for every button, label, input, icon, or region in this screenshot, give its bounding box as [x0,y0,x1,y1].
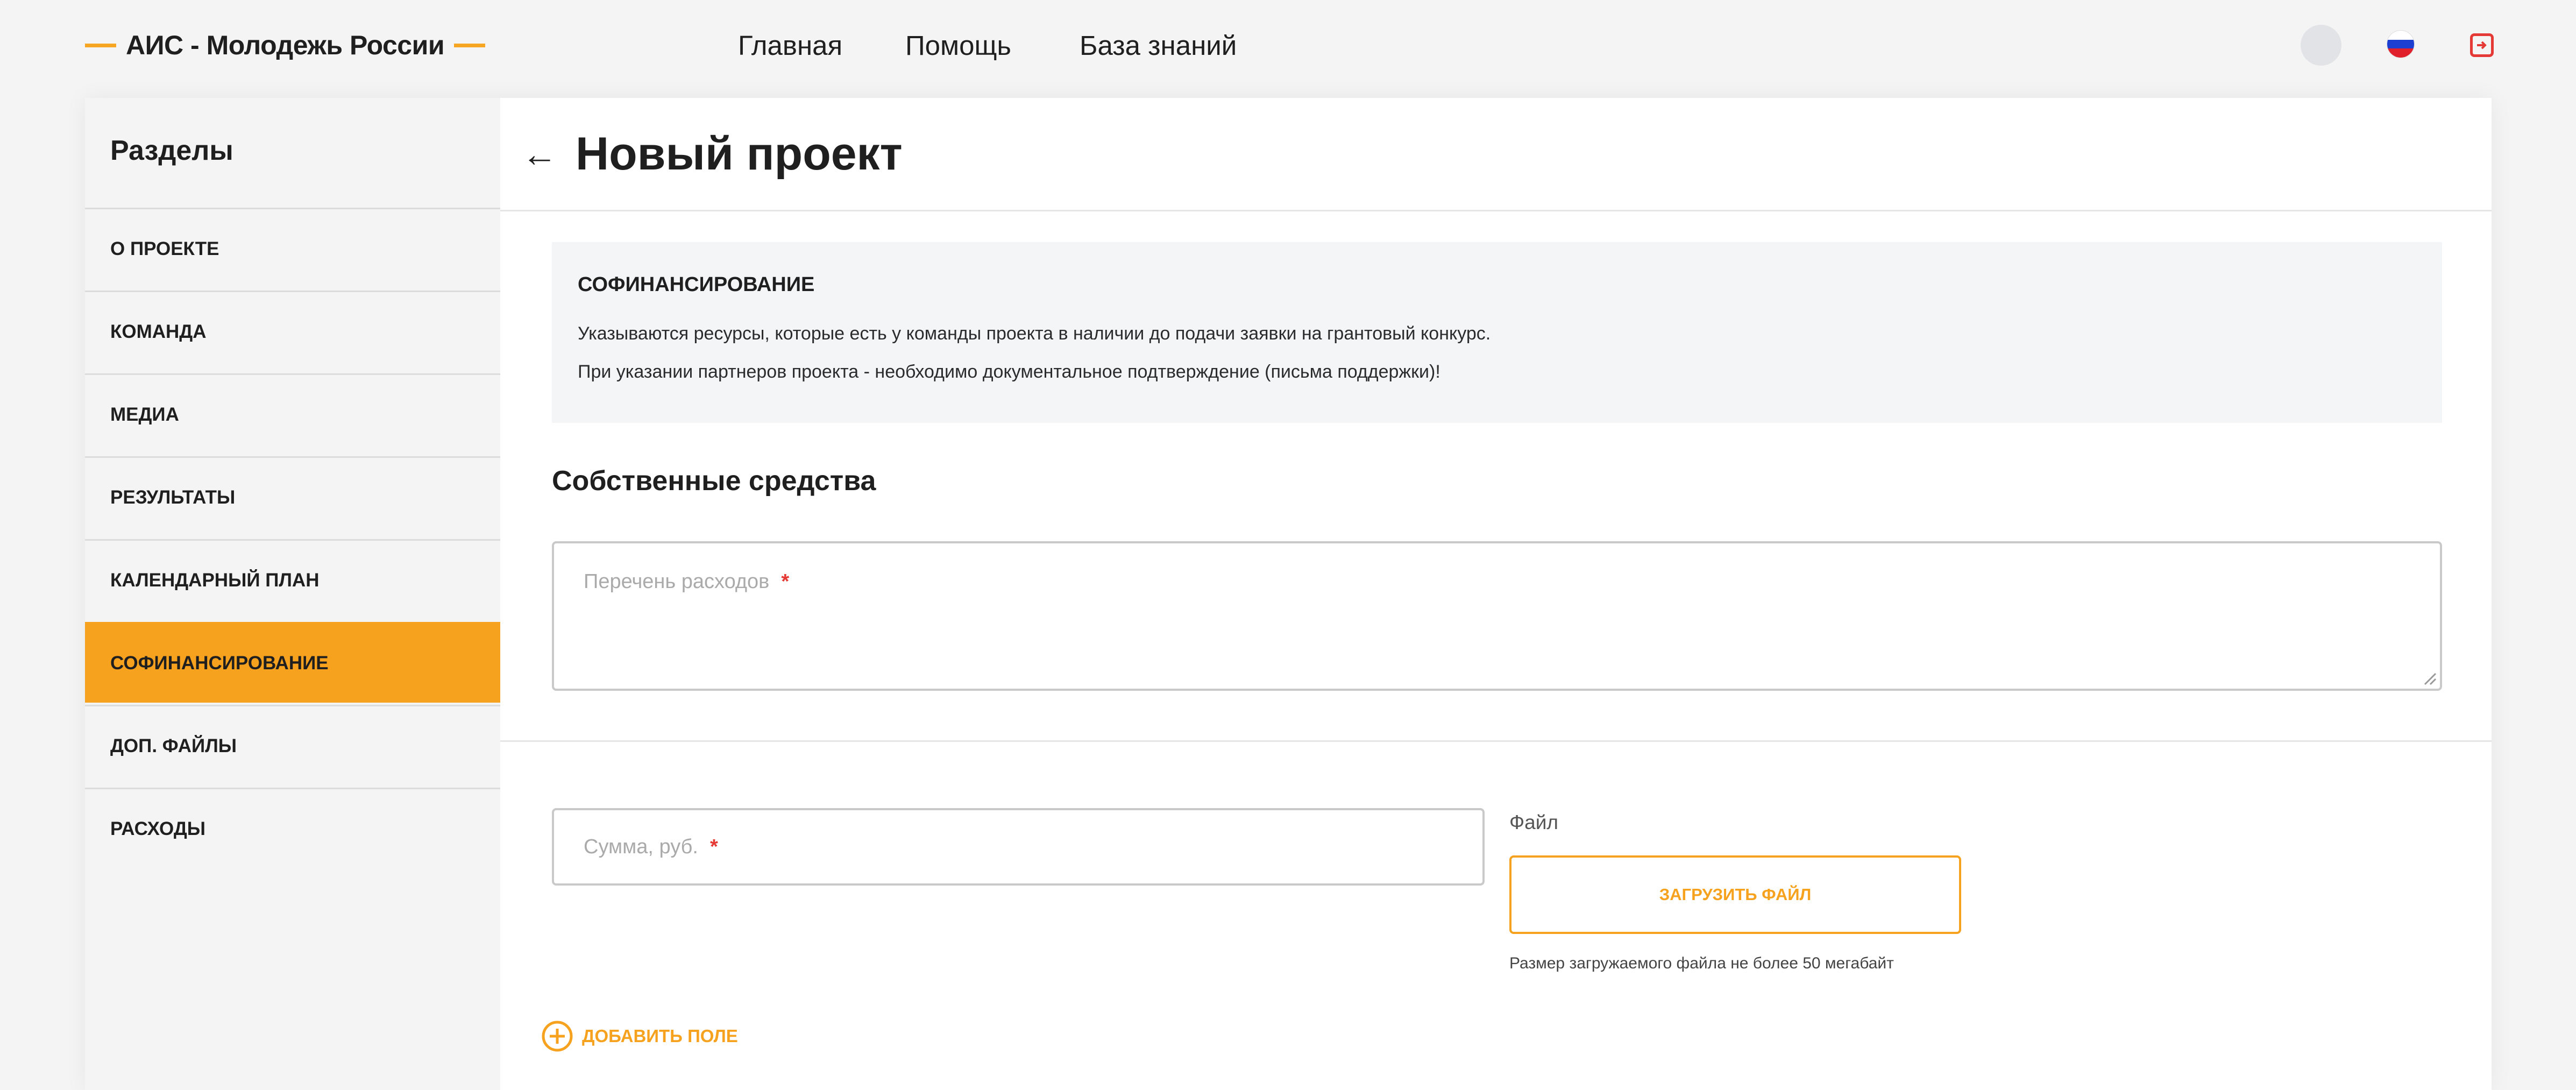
expenses-placeholder: Перечень расходов [584,570,770,593]
logo-text: АИС - Молодежь России [126,30,445,60]
add-field-button[interactable]: Добавить поле [541,1020,738,1052]
sidebar-item-results[interactable]: Результаты [85,456,500,537]
sidebar-item-media[interactable]: Медиа [85,373,500,454]
sidebar-item-calendar-plan[interactable]: Календарный план [85,539,500,620]
section-title: Собственные средства [552,465,876,497]
required-mark: * [781,570,790,593]
sidebar-item-label: Доп. файлы [110,735,237,756]
expenses-textarea[interactable]: Перечень расходов * [552,541,2442,691]
info-title: СОФИНАНСИРОВАНИЕ [578,273,815,296]
sidebar-item-team[interactable]: Команда [85,291,500,371]
header-divider [500,210,2492,211]
sidebar-item-cofinancing[interactable]: Софинансирование [85,622,500,703]
app-logo[interactable]: АИС - Молодежь России [85,25,495,66]
nav-link-home[interactable]: Главная [738,25,842,66]
logout-icon[interactable] [2470,33,2494,57]
required-mark: * [709,835,718,858]
sidebar-title: Разделы [110,135,233,166]
sidebar-item-label: Софинансирование [110,652,329,674]
sidebar-item-label: О проекте [110,238,219,259]
info-text-line: При указании партнеров проекта - необход… [578,362,1440,382]
sidebar-item-extra-files[interactable]: Доп. файлы [85,705,500,785]
sum-placeholder: Сумма, руб. [584,835,698,858]
logo-dash-right [454,43,486,47]
sidebar-item-label: Команда [110,321,207,342]
file-size-hint: Размер загружаемого файла не более 50 ме… [1509,954,1894,972]
file-label: Файл [1509,811,1558,833]
upload-file-button[interactable]: Загрузить файл [1509,855,1961,934]
section-divider [500,740,2492,742]
logo-dash-left [85,43,116,47]
add-field-label: Добавить поле [582,1026,738,1046]
info-text-line: Указываются ресурсы, которые есть у кома… [578,323,1491,344]
avatar[interactable] [2301,25,2341,66]
nav-link-knowledge-base[interactable]: База знаний [1080,25,1237,66]
sidebar-item-about[interactable]: О проекте [85,208,500,288]
sidebar-item-label: Медиа [110,404,179,425]
info-box: СОФИНАНСИРОВАНИЕ Указываются ресурсы, ко… [552,242,2442,423]
nav-link-help[interactable]: Помощь [905,25,1011,66]
resize-handle-icon[interactable] [2421,669,2437,685]
page-header: ← Новый проект [522,127,903,181]
page-title: Новый проект [576,128,903,180]
russia-flag-icon[interactable] [2387,30,2415,58]
back-arrow-icon[interactable]: ← [522,133,557,174]
sidebar-item-label: Результаты [110,486,236,508]
sidebar-item-expenses[interactable]: Расходы [85,788,500,868]
add-circle-icon [542,1021,573,1052]
sidebar-item-label: Календарный план [110,569,320,591]
sidebar-item-label: Расходы [110,818,206,839]
sum-input[interactable]: Сумма, руб. * [552,808,1485,886]
